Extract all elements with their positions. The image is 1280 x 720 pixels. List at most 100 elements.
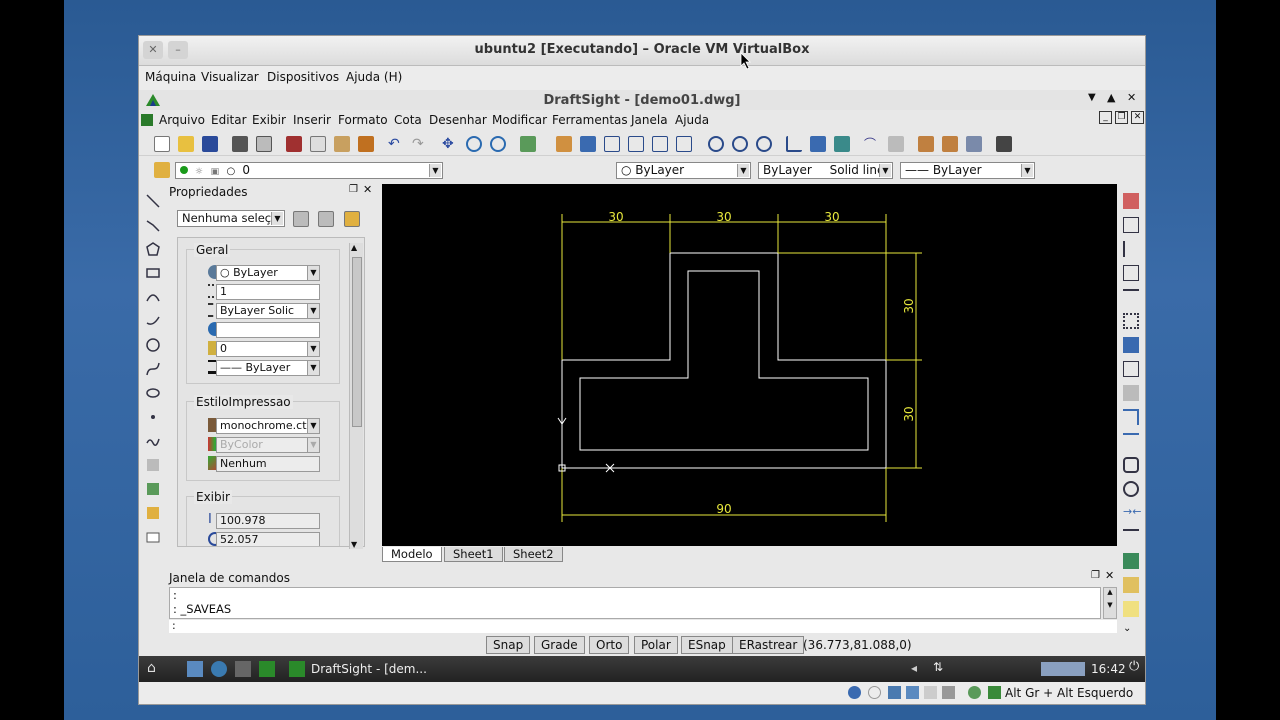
- scrollbar-thumb[interactable]: [352, 257, 362, 427]
- snap-quadrant-icon[interactable]: [652, 136, 668, 152]
- prop-layer[interactable]: 0 ▼: [216, 341, 320, 357]
- usb-icon[interactable]: [888, 686, 901, 699]
- color-select[interactable]: ○ ByLayer ▼: [616, 162, 751, 179]
- start-menu-icon[interactable]: ⌂: [147, 660, 169, 678]
- terminal-icon[interactable]: [235, 661, 251, 677]
- snap-perpendicular-icon[interactable]: [756, 136, 772, 152]
- select-objects-icon[interactable]: [293, 211, 309, 227]
- snap-nearest-icon[interactable]: [786, 136, 802, 152]
- command-input[interactable]: :: [169, 620, 1117, 633]
- spline-icon[interactable]: [145, 361, 161, 377]
- prop-color[interactable]: ○ ByLayer ▼: [216, 265, 320, 281]
- note-icon[interactable]: [1123, 601, 1139, 617]
- freehand-icon[interactable]: [145, 433, 161, 449]
- volume-icon[interactable]: ◂: [911, 661, 917, 675]
- close-icon[interactable]: ✕: [1127, 91, 1136, 104]
- undock-icon[interactable]: ❐: [1091, 570, 1100, 581]
- pan-icon[interactable]: ✥: [442, 136, 458, 152]
- stretch-icon[interactable]: [1123, 385, 1139, 401]
- offset-icon[interactable]: [1123, 265, 1139, 281]
- orto-toggle[interactable]: Orto: [589, 636, 630, 654]
- point-icon[interactable]: [145, 409, 161, 425]
- command-scrollbar[interactable]: ▲ ▼: [1103, 587, 1117, 619]
- zoom-window-icon[interactable]: [490, 136, 506, 152]
- doc-minimize-icon[interactable]: _: [1099, 111, 1112, 124]
- close-icon[interactable]: ✕: [363, 183, 372, 196]
- extend-icon[interactable]: [1123, 481, 1139, 497]
- arc-3pt-icon[interactable]: [145, 313, 161, 329]
- menu-modificar[interactable]: Modificar: [492, 113, 547, 127]
- erastrear-toggle[interactable]: ERastrear: [732, 636, 805, 654]
- power-icon[interactable]: ⏻: [1129, 659, 1139, 674]
- move-icon[interactable]: [1123, 337, 1139, 353]
- snap-endpoint-icon[interactable]: [556, 136, 572, 152]
- snap-extension-icon[interactable]: [834, 136, 850, 152]
- chamfer-icon[interactable]: [1123, 457, 1139, 473]
- join-icon[interactable]: [1123, 529, 1139, 545]
- rotate-icon[interactable]: [1123, 409, 1139, 425]
- undo-icon[interactable]: ↶: [388, 136, 404, 152]
- tab-sheet1[interactable]: Sheet1: [444, 547, 503, 562]
- scroll-down-icon[interactable]: ▼: [1104, 601, 1116, 609]
- app-menu-icon[interactable]: [141, 114, 153, 126]
- prop-lineweight[interactable]: —— ByLayer ▼: [216, 360, 320, 376]
- snap-circle-icon[interactable]: [708, 136, 724, 152]
- scroll-down-icon[interactable]: ▼: [351, 540, 357, 549]
- selection-select[interactable]: Nenhuma seleçã ▼: [177, 210, 285, 227]
- pattern-icon[interactable]: [1123, 313, 1139, 329]
- quick-select-icon[interactable]: [318, 211, 334, 227]
- capture-icon[interactable]: [968, 686, 981, 699]
- drawing-canvas[interactable]: 30 30 30 30 30 90: [382, 184, 1117, 546]
- options-icon[interactable]: [996, 136, 1012, 152]
- chevron-down-icon[interactable]: ▼: [1088, 92, 1096, 103]
- ellipse-icon[interactable]: [145, 385, 161, 401]
- scroll-up-icon[interactable]: ▲: [351, 243, 357, 252]
- snap-intersection-icon[interactable]: [676, 136, 692, 152]
- redo-icon[interactable]: ↷: [412, 136, 428, 152]
- new-icon[interactable]: [154, 136, 170, 152]
- menu-exibir[interactable]: Exibir: [252, 113, 286, 127]
- print-preview-icon[interactable]: [256, 136, 272, 152]
- open-icon[interactable]: [178, 136, 194, 152]
- close-icon[interactable]: ✕: [1105, 569, 1114, 582]
- menu-arquivo[interactable]: Arquivo: [159, 113, 205, 127]
- linetype-select[interactable]: ByLayer Solid line ▼: [758, 162, 893, 179]
- copy-icon[interactable]: [310, 136, 326, 152]
- shared-folders-icon[interactable]: [924, 686, 937, 699]
- prop-linetype[interactable]: ByLayer Solic ▼: [216, 303, 320, 319]
- tab-sheet2[interactable]: Sheet2: [504, 547, 563, 562]
- save-icon[interactable]: [202, 136, 218, 152]
- menu-editar[interactable]: Editar: [211, 113, 247, 127]
- grade-toggle[interactable]: Grade: [534, 636, 585, 654]
- menu-maquina[interactable]: Máquina: [145, 70, 196, 84]
- menu-janela[interactable]: Janela: [631, 113, 668, 127]
- design-resources-icon[interactable]: [942, 136, 958, 152]
- snap-center-icon[interactable]: [604, 136, 620, 152]
- mouse-integration-icon[interactable]: [988, 686, 1001, 699]
- arc-icon[interactable]: [145, 289, 161, 305]
- prop-plot-table[interactable]: monochrome.ctl ▼: [216, 418, 320, 434]
- zoom-icon[interactable]: [466, 136, 482, 152]
- workspace-switcher[interactable]: [1041, 662, 1085, 676]
- text-icon[interactable]: [145, 529, 161, 545]
- copy-entity-icon[interactable]: [1123, 217, 1139, 233]
- draftsight-task-icon[interactable]: [289, 661, 305, 677]
- trim-icon[interactable]: [1123, 433, 1139, 449]
- menu-cota[interactable]: Cota: [394, 113, 422, 127]
- optical-drive-icon[interactable]: [868, 686, 881, 699]
- network-icon[interactable]: ⇅: [933, 660, 943, 674]
- mirror-icon[interactable]: [1123, 241, 1139, 257]
- match-properties-icon[interactable]: [358, 136, 374, 152]
- polar-toggle[interactable]: Polar: [634, 636, 678, 654]
- snap-settings-icon[interactable]: ⌒: [864, 136, 880, 152]
- prop-hyperlink[interactable]: [216, 322, 320, 338]
- snap-clear-icon[interactable]: [888, 136, 904, 152]
- menu-desenhar[interactable]: Desenhar: [429, 113, 487, 127]
- maximize-icon[interactable]: ▲: [1107, 91, 1115, 104]
- layers-manager-icon[interactable]: [520, 136, 536, 152]
- properties-icon[interactable]: [918, 136, 934, 152]
- cut-icon[interactable]: [286, 136, 302, 152]
- print-icon[interactable]: [232, 136, 248, 152]
- snap-node-icon[interactable]: [628, 136, 644, 152]
- draftsight-launcher-icon[interactable]: [259, 661, 275, 677]
